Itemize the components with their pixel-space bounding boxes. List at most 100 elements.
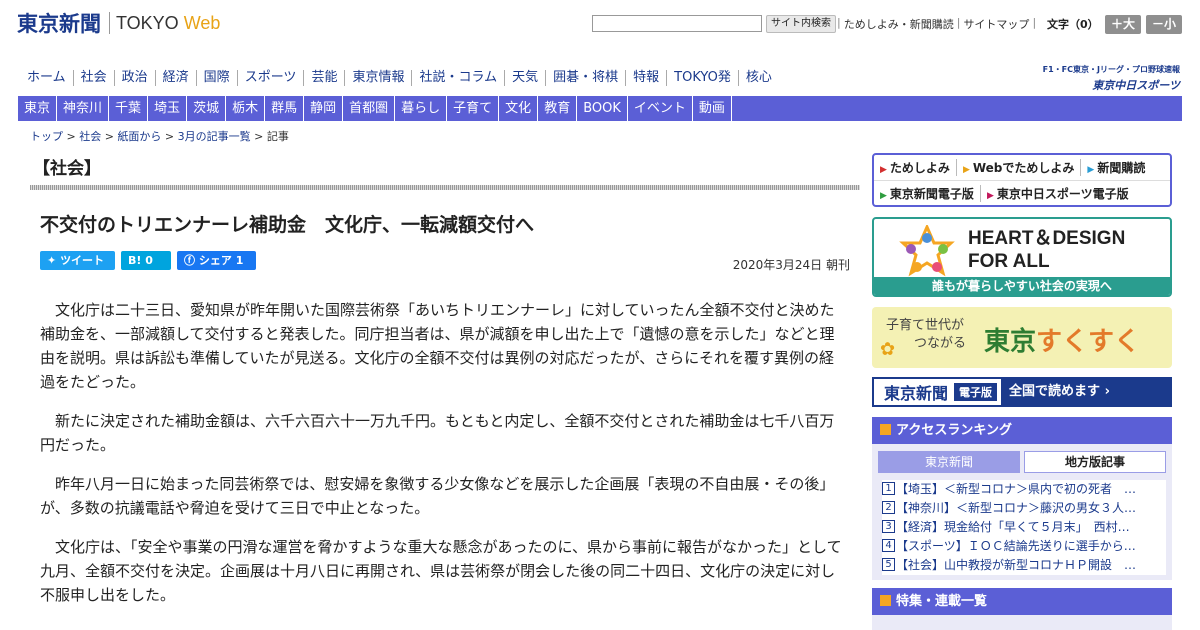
ranking-item[interactable]: 1 【埼玉】＜新型コロナ＞県内で初の死者 … — [882, 480, 1166, 499]
font-smaller-button[interactable]: －小 — [1146, 15, 1182, 34]
hatena-bookmark-button[interactable]: B! 0 — [121, 251, 171, 270]
search-button[interactable]: サイト内検索 — [766, 15, 836, 33]
crumb-month-list[interactable]: 3月の記事一覧 — [178, 130, 251, 143]
sukusuku-tagline-2: つながる — [914, 336, 967, 351]
ranking-item[interactable]: 2 【神奈川】＜新型コロナ＞藤沢の男女３人… — [882, 499, 1166, 518]
logo-web: Web — [183, 12, 221, 33]
rank-number: 3 — [882, 520, 895, 533]
article-headline: 不交付のトリエンナーレ補助金 文化庁、一転減額交付へ — [40, 214, 535, 236]
nav-economy[interactable]: 経済 — [154, 70, 196, 86]
nav-living[interactable]: 暮らし — [395, 96, 448, 121]
nav-culture[interactable]: 文化 — [499, 96, 539, 121]
logo-divider — [109, 12, 110, 34]
sitemap-link[interactable]: サイトマップ — [963, 16, 1029, 32]
crumb-society[interactable]: 社会 — [79, 130, 101, 143]
hatena-count: 0 — [145, 254, 153, 267]
region-tokyo[interactable]: 東京 — [18, 96, 58, 121]
ranking-item-title: 【神奈川】＜新型コロナ＞藤沢の男女３人… — [896, 501, 1137, 515]
digital-edition-banner[interactable]: 東京新聞 電子版 全国で読めます › — [872, 377, 1172, 407]
flower-icon: ✿ — [880, 339, 896, 360]
nav-sports[interactable]: スポーツ — [236, 70, 304, 86]
nav-video[interactable]: 動画 — [693, 96, 732, 121]
article-paragraph: 新たに決定された補助金額は、六千六百六十一万九千円。もともと内定し、全額不交付と… — [40, 412, 835, 454]
article-paragraph: 文化庁は、「安全や事業の円滑な運営を脅かすような重大な懸念があったのに、県から事… — [40, 538, 842, 604]
sukusuku-banner[interactable]: 子育て世代が つながる ✿ 東京すくすく — [872, 307, 1172, 368]
subscribe-link[interactable]: ▶ 新聞購読 — [1081, 159, 1151, 176]
nav-core[interactable]: 核心 — [737, 70, 779, 86]
web-trial-link[interactable]: ▶ Webでためしよみ — [957, 159, 1082, 176]
region-tochigi[interactable]: 栃木 — [226, 96, 266, 121]
tab-local-articles[interactable]: 地方版記事 — [1024, 451, 1166, 473]
crumb-top[interactable]: トップ — [30, 130, 63, 143]
nav-parenting[interactable]: 子育て — [447, 96, 500, 121]
features-title: 特集・連載一覧 — [896, 594, 988, 609]
ranking-item[interactable]: 5 【社会】山中教授が新型コロナＨＰ開設 … — [882, 556, 1166, 575]
search-input[interactable] — [592, 15, 762, 32]
nav-society[interactable]: 社会 — [72, 70, 114, 86]
share-count: 1 — [235, 254, 244, 267]
nav-entertainment[interactable]: 芸能 — [303, 70, 344, 86]
ranking-item-title: 【スポーツ】ＩＯＣ結論先送りに選手から… — [896, 539, 1136, 553]
region-gunma[interactable]: 群馬 — [265, 96, 305, 121]
facebook-share-button[interactable]: ⓕ シェア 1 — [177, 251, 256, 270]
digital-edition-label: 東京新聞電子版 — [889, 186, 974, 201]
ranking-title: アクセスランキング — [896, 423, 1012, 438]
region-kanagawa[interactable]: 神奈川 — [57, 96, 110, 121]
tab-tokyo-shimbun[interactable]: 東京新聞 — [878, 451, 1020, 473]
features-panel — [872, 615, 1172, 630]
nav-go-shogi[interactable]: 囲碁・将棋 — [545, 70, 625, 86]
rank-number: 1 — [882, 482, 895, 495]
crumb-print[interactable]: 紙面から — [117, 130, 161, 143]
ranking-item[interactable]: 4 【スポーツ】ＩＯＣ結論先送りに選手から… — [882, 537, 1166, 556]
facebook-icon: ⓕ — [184, 254, 195, 267]
article-body: 文化庁は二十三日、愛知県が昨年開いた国際芸術祭「あいちトリエンナーレ」に対してい… — [40, 298, 846, 622]
nav-tokyo-hatsu[interactable]: TOKYO発 — [666, 70, 738, 86]
triangle-icon: ▶ — [880, 190, 887, 201]
nav-editorial[interactable]: 社説・コラム — [411, 70, 504, 86]
separator: | — [956, 16, 961, 29]
chunichi-digital-link[interactable]: ▶ 東京中日スポーツ電子版 — [981, 185, 1135, 202]
ranking-item-title: 【埼玉】＜新型コロナ＞県内で初の死者 … — [896, 482, 1137, 496]
main-nav: ホーム 社会 政治 経済 国際 スポーツ 芸能 東京情報 社説・コラム 天気 囲… — [20, 70, 779, 86]
regional-nav: 東京 神奈川 千葉 埼玉 茨城 栃木 群馬 静岡 首都圏 暮らし 子育て 文化 … — [18, 96, 1182, 121]
nav-home[interactable]: ホーム — [20, 70, 73, 86]
chunichi-digital-label: 東京中日スポーツ電子版 — [996, 186, 1129, 201]
site-logo[interactable]: 東京新聞 TOKYO Web — [17, 10, 220, 36]
region-shizuoka[interactable]: 静岡 — [304, 96, 344, 121]
digital-edition-link[interactable]: ▶ 東京新聞電子版 — [874, 184, 981, 202]
nav-events[interactable]: イベント — [628, 96, 693, 121]
region-chiba[interactable]: 千葉 — [109, 96, 149, 121]
chevron-right-icon: › — [1104, 384, 1110, 399]
region-ibaraki[interactable]: 茨城 — [187, 96, 227, 121]
heart-design-banner[interactable]: HEART＆DESIGN FOR ALL 誰もが暮らしやすい社会の実現へ — [872, 217, 1172, 297]
rank-number: 2 — [882, 501, 895, 514]
logo-english: TOKYO — [116, 12, 179, 33]
region-saitama[interactable]: 埼玉 — [148, 96, 188, 121]
nav-book[interactable]: BOOK — [577, 96, 628, 121]
heart-title: HEART＆DESIGN FOR ALL — [968, 227, 1125, 273]
denshi-text: 全国で読めます › — [1001, 379, 1170, 405]
separator: | — [1032, 16, 1037, 29]
trial-read-link[interactable]: ▶ ためしよみ — [874, 159, 957, 176]
nav-politics[interactable]: 政治 — [113, 70, 155, 86]
ranking-item[interactable]: 3 【経済】現金給付「早くて５月末」 西村… — [882, 518, 1166, 537]
hatena-label: B! — [128, 254, 142, 267]
tweet-button[interactable]: ✦ ツイート — [40, 251, 115, 270]
nav-education[interactable]: 教育 — [538, 96, 578, 121]
top-links: | ためしよみ・新聞購読 | サイトマップ | — [834, 16, 1039, 32]
flower-logo-icon — [899, 225, 955, 277]
nav-international[interactable]: 国際 — [195, 70, 237, 86]
nav-weather[interactable]: 天気 — [504, 70, 545, 86]
article-date: 2020年3月24日 朝刊 — [732, 258, 850, 272]
chunichi-sub: F1・FC東京・Jリーグ・プロ野球速報 — [1042, 65, 1180, 74]
chunichi-sports-banner[interactable]: F1・FC東京・Jリーグ・プロ野球速報 東京中日スポーツ — [1020, 64, 1180, 93]
trial-subscribe-link[interactable]: ためしよみ・新聞購読 — [844, 16, 954, 32]
nav-special-report[interactable]: 特報 — [625, 70, 666, 86]
sukusuku-title-tokyo: 東京 — [984, 327, 1037, 357]
region-capital-area[interactable]: 首都圏 — [343, 96, 396, 121]
nav-tokyo-info[interactable]: 東京情報 — [344, 70, 411, 86]
rank-number: 4 — [882, 539, 895, 552]
font-bigger-button[interactable]: ＋大 — [1105, 15, 1141, 34]
denshi-newspaper-name: 東京新聞 — [884, 384, 949, 403]
subscribe-label: 新聞購読 — [1097, 161, 1146, 175]
